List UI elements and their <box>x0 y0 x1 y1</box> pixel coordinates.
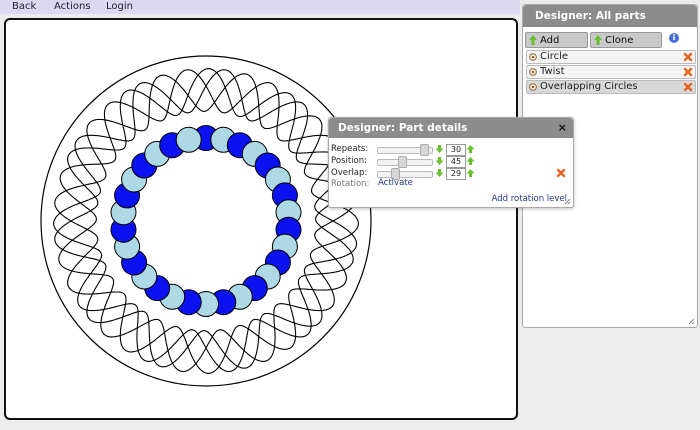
green-arrow-icon <box>594 35 602 45</box>
all-parts-title: Designer: All parts <box>523 5 697 27</box>
repeats-value[interactable]: 30 <box>446 144 466 156</box>
eye-icon[interactable] <box>529 68 537 76</box>
increase-arrow-icon[interactable] <box>466 168 475 178</box>
activate-link[interactable]: Activate <box>378 178 413 188</box>
slider-thumb[interactable] <box>398 156 408 168</box>
menu-actions[interactable]: Actions <box>54 1 91 12</box>
position-value[interactable]: 45 <box>446 156 466 168</box>
overlap-circle <box>175 126 202 153</box>
decrease-arrow-icon[interactable] <box>435 144 444 154</box>
increase-arrow-icon[interactable] <box>466 144 475 154</box>
info-icon[interactable]: i <box>669 33 679 43</box>
overlapping-circles-ring <box>110 125 302 317</box>
delete-icon[interactable] <box>556 168 566 178</box>
part-item-label: Circle <box>540 51 569 62</box>
delete-icon[interactable] <box>683 52 693 62</box>
slider-thumb[interactable] <box>420 144 430 156</box>
delete-icon[interactable] <box>683 82 693 92</box>
twist-band <box>53 68 359 374</box>
part-item-label: Twist <box>540 66 565 77</box>
clone-shape-button[interactable]: Clone shape <box>590 32 662 62</box>
design-canvas[interactable] <box>4 18 518 420</box>
resize-grip-icon[interactable] <box>564 198 571 205</box>
decrease-arrow-icon[interactable] <box>435 156 444 166</box>
menu-login[interactable]: Login <box>106 1 133 12</box>
delete-icon[interactable] <box>683 67 693 77</box>
green-arrow-icon <box>529 35 537 45</box>
position-slider[interactable] <box>377 156 433 168</box>
position-label: Position: <box>331 156 367 166</box>
repeats-slider[interactable] <box>377 144 433 156</box>
overlap-label: Overlap: <box>331 168 368 178</box>
resize-grip-icon[interactable] <box>688 318 695 325</box>
part-item-twist[interactable]: Twist <box>526 65 696 79</box>
outer-boundary-circle <box>40 55 372 387</box>
menu-back[interactable]: Back <box>12 1 36 12</box>
add-shape-button[interactable]: Add shape <box>525 32 588 62</box>
design-drawing <box>40 55 372 387</box>
part-item-overlapping-circles[interactable]: Overlapping Circles <box>526 80 696 94</box>
menu-bar: Back Actions Login <box>0 0 520 14</box>
part-details-dialog: Designer: Part details × Repeats: 30 Pos… <box>328 117 574 208</box>
part-details-title: Designer: Part details <box>329 118 573 138</box>
add-rotation-level-link[interactable]: Add rotation level <box>492 194 567 204</box>
repeats-label: Repeats: <box>331 144 369 154</box>
increase-arrow-icon[interactable] <box>466 156 475 166</box>
eye-icon[interactable] <box>529 83 537 91</box>
part-item-circle[interactable]: Circle <box>526 50 696 64</box>
part-item-label: Overlapping Circles <box>540 81 638 92</box>
close-icon[interactable]: × <box>558 121 567 134</box>
overlap-value[interactable]: 29 <box>446 168 466 180</box>
overlap-slider[interactable] <box>377 168 433 180</box>
decrease-arrow-icon[interactable] <box>435 168 444 178</box>
eye-icon[interactable] <box>529 53 537 61</box>
rotation-label: Rotation: <box>331 179 370 189</box>
